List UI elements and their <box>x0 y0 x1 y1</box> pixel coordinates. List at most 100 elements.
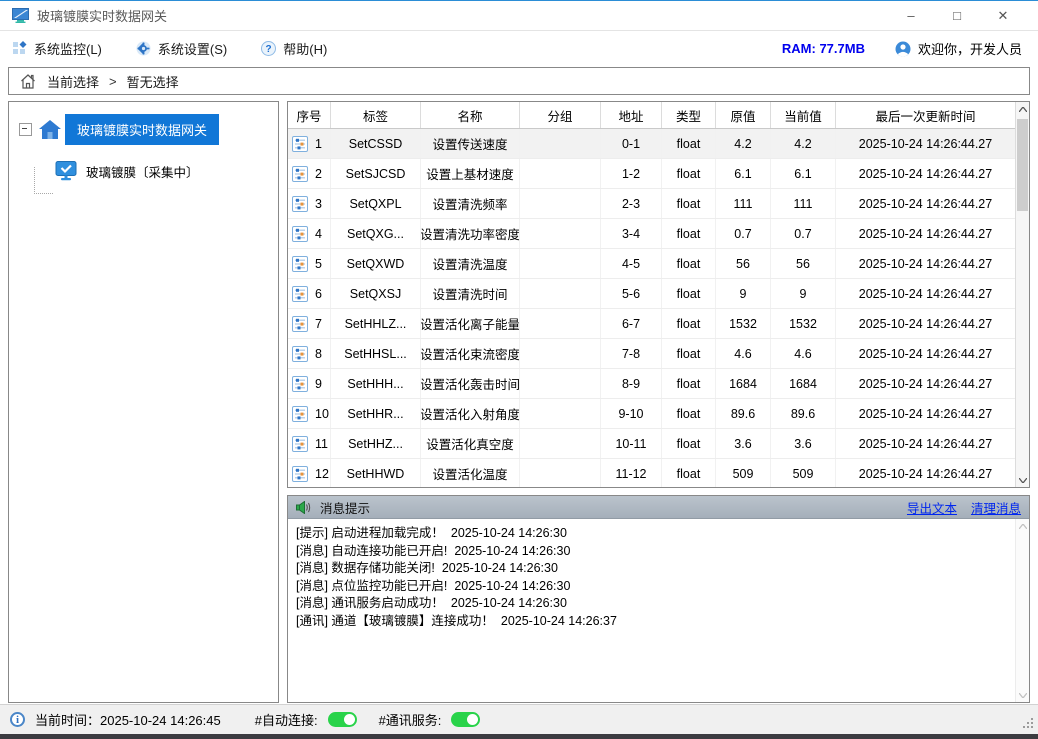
message-scroll-down-icon[interactable] <box>1016 688 1029 702</box>
column-header[interactable]: 当前值 <box>771 102 836 128</box>
cell: SetHHSL... <box>331 339 421 368</box>
cell: 3.6 <box>771 429 836 458</box>
tree-node-channel[interactable]: 玻璃镀膜〔采集中〕 <box>55 161 278 181</box>
cell: 111 <box>771 189 836 218</box>
breadcrumb: 当前选择 > 暂无选择 <box>8 67 1030 95</box>
tree-expander-icon[interactable] <box>19 123 32 136</box>
cell: 4.6 <box>716 339 771 368</box>
cell: 9 <box>716 279 771 308</box>
column-header[interactable]: 标签 <box>331 102 421 128</box>
cell: 2025-10-24 14:26:44.27 <box>836 309 1015 338</box>
cell: SetCSSD <box>331 129 421 158</box>
column-header[interactable]: 最后一次更新时间 <box>836 102 1015 128</box>
clear-messages-link[interactable]: 清理消息 <box>971 498 1021 517</box>
taskbar-edge <box>0 734 1038 739</box>
message-scroll-up-icon[interactable] <box>1016 519 1029 533</box>
table-row[interactable]: 10SetHHR...设置活化入射角度9-10float89.689.62025… <box>288 399 1015 429</box>
cell: 6.1 <box>716 159 771 188</box>
close-button[interactable]: ✕ <box>980 2 1026 30</box>
column-header[interactable]: 类型 <box>662 102 716 128</box>
message-line: [消息] 点位监控功能已开启! 2025-10-24 14:26:30 <box>296 578 1009 596</box>
cell: 1532 <box>771 309 836 338</box>
scroll-down-icon[interactable] <box>1016 473 1029 487</box>
tree-node-root-label[interactable]: 玻璃镀膜实时数据网关 <box>65 114 219 145</box>
cell-index: 9 <box>288 369 331 398</box>
column-header[interactable]: 序号 <box>288 102 331 128</box>
table-row[interactable]: 6SetQXSJ设置清洗时间5-6float992025-10-24 14:26… <box>288 279 1015 309</box>
export-text-link[interactable]: 导出文本 <box>907 498 957 517</box>
tree-node-root[interactable]: 玻璃镀膜实时数据网关 <box>19 114 278 145</box>
cell: SetSJCSD <box>331 159 421 188</box>
cell: 56 <box>771 249 836 278</box>
tag-icon <box>292 466 308 482</box>
cell: SetQXG... <box>331 219 421 248</box>
home-icon <box>19 73 37 90</box>
menu-help-label: 帮助(H) <box>283 39 327 58</box>
cell: SetQXPL <box>331 189 421 218</box>
cell: 0.7 <box>716 219 771 248</box>
cell: float <box>662 189 716 218</box>
cell: SetHHH... <box>331 369 421 398</box>
tree-node-channel-label[interactable]: 玻璃镀膜〔采集中〕 <box>86 162 199 181</box>
table-row[interactable]: 5SetQXWD设置清洗温度4-5float56562025-10-24 14:… <box>288 249 1015 279</box>
menu-system-monitor[interactable]: 系统监控(L) <box>12 39 102 58</box>
row-number: 12 <box>315 467 329 481</box>
cell: float <box>662 369 716 398</box>
info-icon: i <box>10 712 25 727</box>
column-header[interactable]: 地址 <box>601 102 662 128</box>
resize-grip[interactable] <box>1021 716 1033 728</box>
cell: 11-12 <box>601 459 662 487</box>
table-row[interactable]: 12SetHHWD设置活化温度11-12float5095092025-10-2… <box>288 459 1015 487</box>
message-scrollbar[interactable] <box>1015 519 1029 702</box>
breadcrumb-prefix: 当前选择 <box>47 72 99 91</box>
cell: 设置活化轰击时间 <box>421 369 520 398</box>
cell <box>520 459 601 487</box>
table-row[interactable]: 9SetHHH...设置活化轰击时间8-9float168416842025-1… <box>288 369 1015 399</box>
cell: 设置活化温度 <box>421 459 520 487</box>
table-row[interactable]: 4SetQXG...设置清洗功率密度3-4float0.70.72025-10-… <box>288 219 1015 249</box>
auto-connect-toggle[interactable] <box>328 712 357 727</box>
cell: 4.2 <box>771 129 836 158</box>
cell: 89.6 <box>716 399 771 428</box>
tag-icon <box>292 226 308 242</box>
table-row[interactable]: 3SetQXPL设置清洗频率2-3float1111112025-10-24 1… <box>288 189 1015 219</box>
tag-icon <box>292 346 308 362</box>
cell: float <box>662 459 716 487</box>
message-line: [消息] 通讯服务启动成功！ 2025-10-24 14:26:30 <box>296 595 1009 613</box>
cell-index: 3 <box>288 189 331 218</box>
scroll-up-icon[interactable] <box>1016 102 1029 116</box>
maximize-button[interactable]: □ <box>934 2 980 30</box>
column-header[interactable]: 名称 <box>421 102 520 128</box>
cell: 2025-10-24 14:26:44.27 <box>836 159 1015 188</box>
tag-icon <box>292 256 308 272</box>
device-tree-panel: 玻璃镀膜实时数据网关 玻璃镀膜〔采集中〕 <box>8 101 279 703</box>
app-icon <box>12 8 29 23</box>
cell <box>520 189 601 218</box>
cell: 2025-10-24 14:26:44.27 <box>836 459 1015 487</box>
table-row[interactable]: 2SetSJCSD设置上基材速度1-2float6.16.12025-10-24… <box>288 159 1015 189</box>
table-scrollbar[interactable] <box>1015 102 1029 487</box>
table-row[interactable]: 7SetHHLZ...设置活化离子能量6-7float153215322025-… <box>288 309 1015 339</box>
cell: 设置活化离子能量 <box>421 309 520 338</box>
menu-help[interactable]: ? 帮助(H) <box>261 39 327 58</box>
comm-service-toggle[interactable] <box>451 712 480 727</box>
cell: float <box>662 279 716 308</box>
cell: float <box>662 339 716 368</box>
cell: 5-6 <box>601 279 662 308</box>
menu-system-settings[interactable]: 系统设置(S) <box>136 39 227 58</box>
column-header[interactable]: 分组 <box>520 102 601 128</box>
row-number: 6 <box>315 287 322 301</box>
cell: 2025-10-24 14:26:44.27 <box>836 129 1015 158</box>
table-row[interactable]: 8SetHHSL...设置活化束流密度7-8float4.64.62025-10… <box>288 339 1015 369</box>
user-avatar-icon <box>895 41 911 57</box>
cell <box>520 309 601 338</box>
message-line: [提示] 启动进程加载完成！ 2025-10-24 14:26:30 <box>296 525 1009 543</box>
column-header[interactable]: 原值 <box>716 102 771 128</box>
cell: SetHHZ... <box>331 429 421 458</box>
table-row[interactable]: 1SetCSSD设置传送速度0-1float4.24.22025-10-24 1… <box>288 129 1015 159</box>
table-row[interactable]: 11SetHHZ...设置活化真空度10-11float3.63.62025-1… <box>288 429 1015 459</box>
minimize-button[interactable]: – <box>888 2 934 30</box>
title-bar: 玻璃镀膜实时数据网关 – □ ✕ <box>0 1 1038 31</box>
user-welcome-label: 欢迎你，开发人员 <box>918 39 1022 58</box>
table-scrollbar-thumb[interactable] <box>1017 119 1028 211</box>
